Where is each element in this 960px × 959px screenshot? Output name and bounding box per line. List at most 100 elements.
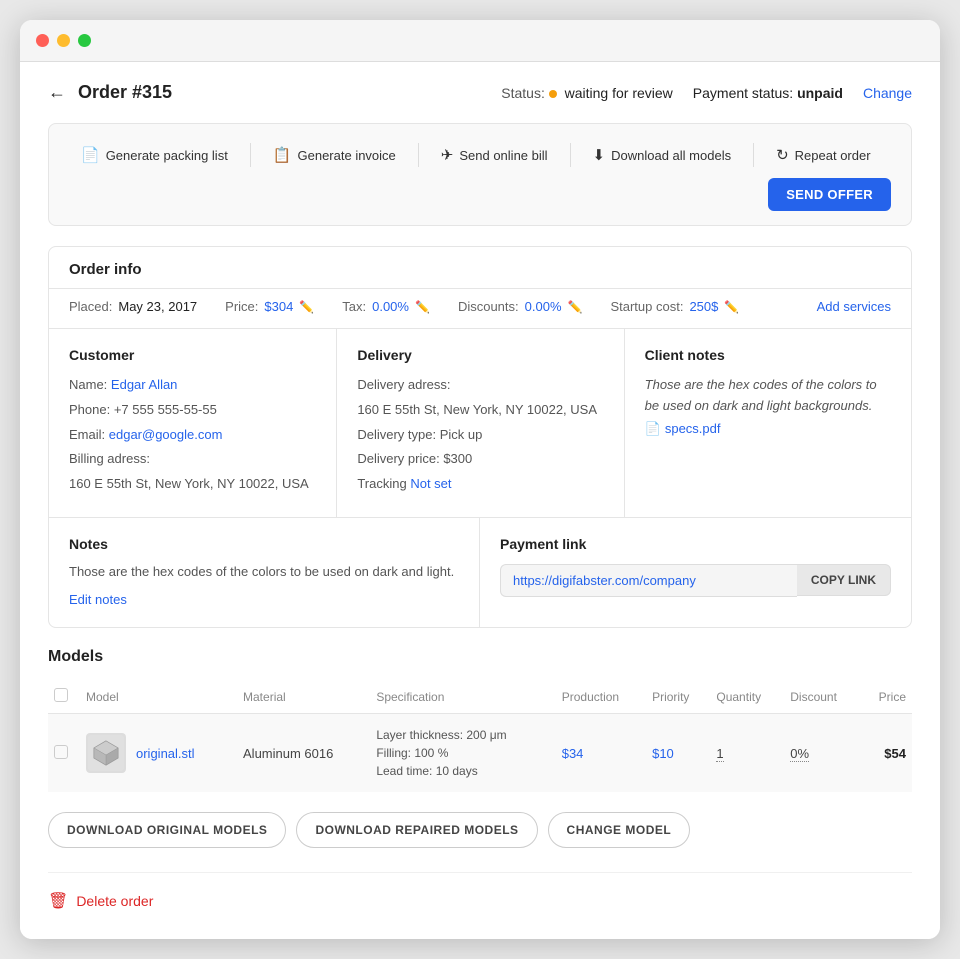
- status-label: Status:: [501, 85, 545, 101]
- tax-item: Tax: 0.00% ✏️: [342, 299, 430, 314]
- spec-layer: Layer thickness: 200 μm: [376, 726, 549, 744]
- two-col-bottom: Notes Those are the hex codes of the col…: [49, 517, 911, 628]
- repeat-order-button[interactable]: ↻ Repeat order: [764, 138, 882, 172]
- discount-col-header: Discount: [784, 680, 860, 714]
- customer-email-label: Email:: [69, 427, 105, 442]
- delivery-title: Delivery: [357, 347, 603, 363]
- notes-text: Those are the hex codes of the colors to…: [69, 562, 459, 582]
- price-item: Price: $304 ✏️: [225, 299, 314, 314]
- delivery-tracking-value[interactable]: Not set: [410, 476, 451, 491]
- repeat-icon: ↻: [776, 146, 789, 164]
- pdf-icon: 📄: [645, 421, 661, 437]
- edit-notes-link[interactable]: Edit notes: [69, 592, 127, 607]
- models-table: Model Material Specification Production …: [48, 680, 912, 792]
- customer-name-value[interactable]: Edgar Allan: [111, 377, 178, 392]
- divider: [250, 143, 251, 167]
- payment-link-row: https://digifabster.com/company COPY LIN…: [500, 564, 891, 597]
- production-value[interactable]: $34: [562, 746, 584, 761]
- price-value[interactable]: $304: [264, 299, 293, 314]
- priority-value[interactable]: $10: [652, 746, 674, 761]
- models-section: Models Model Material Specification Prod…: [48, 648, 912, 848]
- quantity-col-header: Quantity: [710, 680, 784, 714]
- notes-title: Notes: [69, 536, 459, 552]
- order-info-header: Order info: [49, 247, 911, 289]
- model-filename[interactable]: original.stl: [136, 746, 195, 761]
- placed-label: Placed:: [69, 299, 112, 314]
- maximize-button[interactable]: [78, 34, 91, 47]
- startup-cost-value[interactable]: 250$: [689, 299, 718, 314]
- close-button[interactable]: [36, 34, 49, 47]
- change-link[interactable]: Change: [863, 85, 912, 101]
- customer-name-label: Name:: [69, 377, 107, 392]
- download-repaired-models-button[interactable]: DOWNLOAD REPAIRED MODELS: [296, 812, 537, 848]
- change-model-button[interactable]: CHANGE MODEL: [548, 812, 691, 848]
- priority-col-header: Priority: [646, 680, 710, 714]
- generate-packing-list-button[interactable]: 📄 Generate packing list: [69, 138, 240, 172]
- tax-edit-icon[interactable]: ✏️: [415, 300, 430, 314]
- toolbar: 📄 Generate packing list 📋 Generate invoi…: [48, 123, 912, 226]
- delivery-price-label: Delivery price:: [357, 451, 439, 466]
- generate-packing-list-label: Generate packing list: [106, 148, 228, 163]
- copy-link-button[interactable]: COPY LINK: [797, 564, 891, 596]
- status-dot-icon: [549, 90, 557, 98]
- status-value: waiting for review: [565, 85, 673, 101]
- price-edit-icon[interactable]: ✏️: [299, 300, 314, 314]
- delivery-price-value: $300: [443, 451, 472, 466]
- select-all-checkbox[interactable]: [54, 688, 68, 702]
- trash-icon: 🗑: [48, 891, 68, 911]
- price-label: Price:: [225, 299, 258, 314]
- header: ← Order #315 Status: waiting for review …: [48, 82, 912, 103]
- priority-cell: $10: [646, 714, 710, 793]
- spec-lead-time: Lead time: 10 days: [376, 762, 549, 780]
- quantity-value[interactable]: 1: [716, 746, 723, 762]
- discounts-value[interactable]: 0.00%: [525, 299, 562, 314]
- price-value: $54: [884, 746, 906, 761]
- generate-invoice-button[interactable]: 📋 Generate invoice: [261, 138, 408, 172]
- discounts-edit-icon[interactable]: ✏️: [568, 300, 583, 314]
- price-col-header: Price: [861, 680, 912, 714]
- row-checkbox[interactable]: [54, 745, 68, 759]
- status-section: Status: waiting for review: [501, 85, 673, 101]
- startup-cost-label: Startup cost:: [610, 299, 683, 314]
- send-online-bill-button[interactable]: ✈ Send online bill: [429, 138, 560, 172]
- three-col-section: Customer Name: Edgar Allan Phone: +7 555…: [49, 328, 911, 517]
- minimize-button[interactable]: [57, 34, 70, 47]
- spec-filling: Filling: 100 %: [376, 744, 549, 762]
- customer-billing-label: Billing adress:: [69, 449, 316, 470]
- customer-billing-value: 160 E 55th St, New York, NY 10022, USA: [69, 474, 316, 495]
- customer-section: Customer Name: Edgar Allan Phone: +7 555…: [49, 329, 336, 517]
- repeat-order-label: Repeat order: [795, 148, 871, 163]
- model-thumbnail: [86, 733, 126, 773]
- startup-cost-edit-icon[interactable]: ✏️: [724, 300, 739, 314]
- models-title: Models: [48, 648, 912, 666]
- specs-pdf-link[interactable]: 📄 specs.pdf: [645, 421, 891, 437]
- customer-phone-value: +7 555 555-55-55: [114, 402, 217, 417]
- model-actions: DOWNLOAD ORIGINAL MODELS DOWNLOAD REPAIR…: [48, 812, 912, 848]
- delete-order-button[interactable]: 🗑 Delete order: [48, 891, 153, 911]
- download-all-models-label: Download all models: [611, 148, 731, 163]
- add-services-link[interactable]: Add services: [817, 299, 891, 314]
- client-notes-title: Client notes: [645, 347, 891, 363]
- download-all-models-button[interactable]: ⬇ Download all models: [581, 138, 744, 172]
- send-offer-button[interactable]: SEND OFFER: [768, 178, 891, 211]
- table-row: original.stl Aluminum 6016 Layer thickne…: [48, 714, 912, 793]
- customer-email-value[interactable]: edgar@google.com: [109, 427, 223, 442]
- customer-email: Email: edgar@google.com: [69, 425, 316, 446]
- client-notes-text: Those are the hex codes of the colors to…: [645, 375, 891, 417]
- model-cell: original.stl: [80, 714, 237, 793]
- tax-value[interactable]: 0.00%: [372, 299, 409, 314]
- payment-status: Payment status: unpaid: [693, 85, 843, 101]
- table-header-row: Model Material Specification Production …: [48, 680, 912, 714]
- back-arrow-icon[interactable]: ←: [48, 82, 66, 103]
- row-checkbox-cell: [48, 714, 80, 793]
- delivery-type-value: Pick up: [440, 427, 483, 442]
- delivery-tracking-label: Tracking: [357, 476, 406, 491]
- checkbox-header: [48, 680, 80, 714]
- price-cell: $54: [861, 714, 912, 793]
- quantity-cell: 1: [710, 714, 784, 793]
- generate-invoice-label: Generate invoice: [298, 148, 396, 163]
- download-original-models-button[interactable]: DOWNLOAD ORIGINAL MODELS: [48, 812, 286, 848]
- discount-value[interactable]: 0%: [790, 746, 809, 762]
- delivery-type-label: Delivery type:: [357, 427, 436, 442]
- payment-value: unpaid: [797, 85, 843, 101]
